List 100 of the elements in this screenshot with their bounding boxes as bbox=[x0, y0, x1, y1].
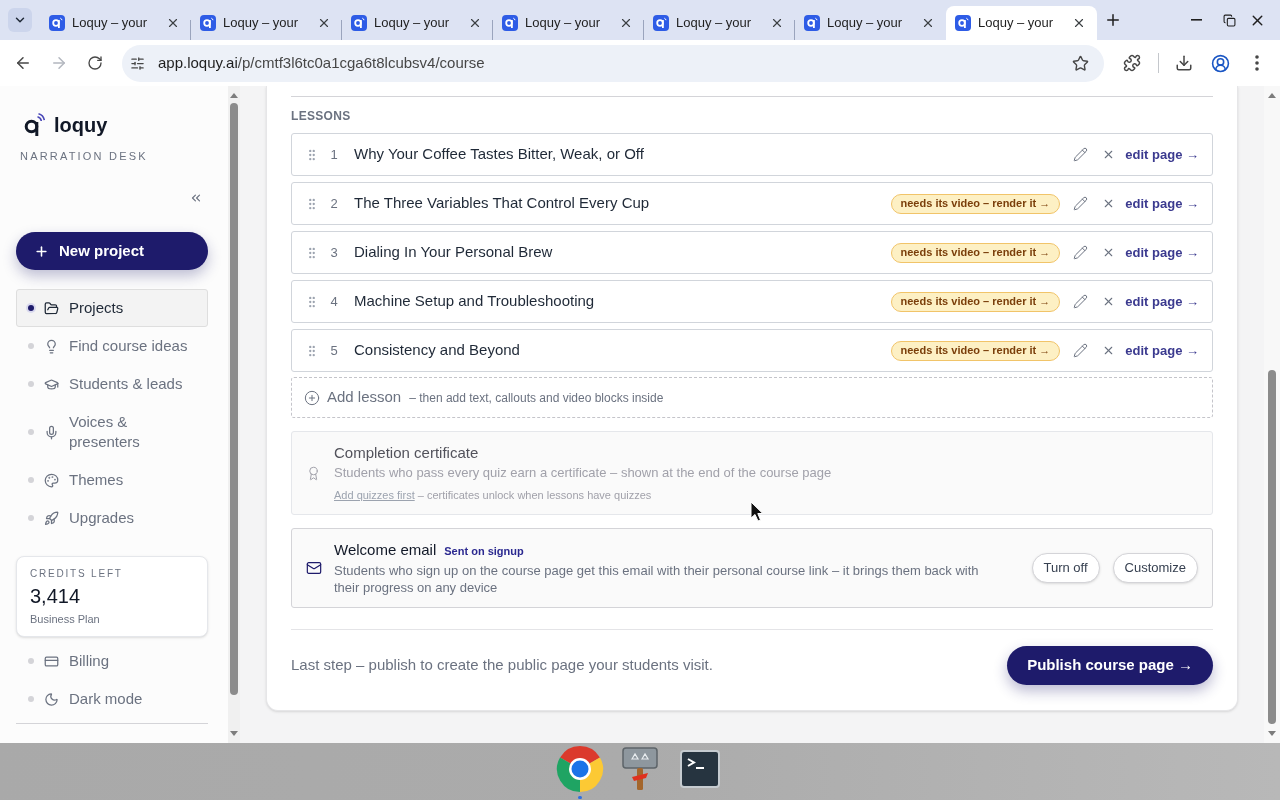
pencil-icon bbox=[1072, 245, 1088, 260]
welcome-email-title: Welcome email bbox=[334, 540, 437, 560]
lesson-row[interactable]: 2 The Three Variables That Control Every Cup needs its video – render it → edit page → bbox=[291, 182, 1213, 225]
edit-page-link[interactable]: edit page → bbox=[1125, 340, 1199, 361]
edit-page-link[interactable]: edit page → bbox=[1125, 242, 1199, 263]
sidebar-item[interactable]: Themes bbox=[16, 461, 208, 499]
microphone-icon bbox=[44, 424, 59, 440]
minimize-icon bbox=[1190, 19, 1202, 21]
credits-label: CREDITS LEFT bbox=[30, 567, 124, 581]
browser-tab[interactable]: Loquy – your bbox=[40, 6, 191, 40]
needs-video-badge[interactable]: needs its video – render it → bbox=[890, 340, 1061, 361]
browser-tab[interactable]: Loquy – your bbox=[191, 6, 342, 40]
plan-name: Business Plan bbox=[30, 612, 101, 626]
pencil-icon bbox=[1072, 196, 1088, 211]
publish-button[interactable]: Publish course page → bbox=[1007, 646, 1213, 685]
certificate-description: Students who pass every quiz earn a certificate – shown at the end of the course page bbox=[334, 464, 832, 482]
rename-button[interactable] bbox=[1072, 244, 1089, 261]
address-bar[interactable]: app.loquy.ai/p/cmtf3l6tc0a1cga6t8lcubsv4/course bbox=[122, 44, 1104, 82]
scrollbar-thumb[interactable] bbox=[1268, 370, 1276, 724]
close-icon bbox=[317, 16, 331, 30]
lesson-number: 4 bbox=[329, 292, 339, 311]
close-icon bbox=[1072, 16, 1086, 30]
sidebar-item[interactable]: Voices & presenters bbox=[16, 403, 208, 461]
tune-icon bbox=[129, 55, 145, 71]
certificate-note: Add quizzes first – certificates unlock when lessons have quizzes bbox=[334, 488, 653, 503]
chevrons-left-icon bbox=[189, 191, 203, 205]
app-subtitle: NARRATION DESK bbox=[20, 149, 149, 163]
sidebar-item[interactable]: Projects bbox=[16, 289, 208, 327]
chrome-logo-icon bbox=[556, 745, 604, 793]
lesson-row[interactable]: 1 Why Your Coffee Tastes Bitter, Weak, or Off edit page → bbox=[291, 133, 1213, 176]
lesson-title: Machine Setup and Troubleshooting bbox=[354, 291, 595, 312]
edit-page-link[interactable]: edit page → bbox=[1125, 193, 1199, 214]
pencil-icon bbox=[1072, 343, 1088, 358]
sidebar-item[interactable]: Dark mode bbox=[16, 680, 208, 718]
close-icon bbox=[166, 16, 180, 30]
add-lesson-hint: – then add text, callouts and video blocks inside bbox=[409, 389, 664, 407]
scroll-up-icon[interactable] bbox=[230, 93, 238, 98]
sent-on-signup-label: Sent on signup bbox=[444, 544, 524, 559]
close-icon bbox=[921, 16, 935, 30]
lightbulb-icon bbox=[44, 338, 59, 354]
scroll-down-icon[interactable] bbox=[230, 731, 238, 736]
app-favicon-icon bbox=[955, 15, 971, 31]
award-ribbon-icon bbox=[306, 465, 321, 481]
arrow-right-icon bbox=[50, 54, 68, 72]
browser-tab[interactable]: Loquy – your bbox=[493, 6, 644, 40]
lesson-row[interactable]: 3 Dialing In Your Personal Brew needs its video – render it → edit page → bbox=[291, 231, 1213, 274]
download-icon bbox=[1175, 54, 1193, 72]
lesson-title: Consistency and Beyond bbox=[354, 340, 520, 361]
lesson-number: 1 bbox=[329, 145, 339, 164]
plus-icon bbox=[34, 243, 49, 259]
edit-page-link[interactable]: edit page → bbox=[1125, 144, 1199, 165]
app-favicon-icon bbox=[200, 15, 216, 31]
credits-value: 3,414 bbox=[30, 584, 82, 608]
plus-circle-icon bbox=[304, 389, 320, 406]
browser-tab[interactable]: Loquy – your bbox=[342, 6, 493, 40]
new-project-button[interactable]: New project bbox=[16, 232, 208, 270]
app-favicon-icon bbox=[653, 15, 669, 31]
scroll-down-icon[interactable] bbox=[1268, 731, 1276, 736]
lesson-row[interactable]: 5 Consistency and Beyond needs its video – render it → edit page → bbox=[291, 329, 1213, 372]
publish-hint: Last step – publish to create the public page your students visit. bbox=[291, 655, 713, 676]
app-favicon-icon bbox=[502, 15, 518, 31]
scroll-up-icon[interactable] bbox=[1268, 93, 1276, 98]
certificate-title: Completion certificate bbox=[334, 443, 480, 463]
rename-button[interactable] bbox=[1072, 342, 1089, 359]
browser-tab[interactable]: Loquy – your bbox=[795, 6, 946, 40]
lesson-title: Dialing In Your Personal Brew bbox=[354, 242, 553, 263]
puzzle-icon bbox=[1123, 54, 1141, 72]
lesson-row[interactable]: 4 Machine Setup and Troubleshooting needs its video – render it → edit page → bbox=[291, 280, 1213, 323]
needs-video-badge[interactable]: needs its video – render it → bbox=[890, 193, 1061, 214]
close-icon bbox=[468, 16, 482, 30]
logo-mark-icon bbox=[24, 113, 45, 137]
logo-text: loquy bbox=[54, 113, 108, 137]
sidebar-item[interactable]: Find course ideas bbox=[16, 327, 208, 365]
hammer-tool-icon bbox=[622, 747, 658, 791]
rename-button[interactable] bbox=[1072, 146, 1089, 163]
customize-button[interactable]: Customize bbox=[1112, 553, 1198, 583]
welcome-email-description: Students who sign up on the course page get this email with their personal course link – it brings them back with their progress on any device bbox=[334, 562, 980, 596]
turn-off-button[interactable]: Turn off bbox=[1031, 553, 1100, 583]
sidebar-item[interactable]: Upgrades bbox=[16, 499, 208, 537]
tab-search-button[interactable] bbox=[8, 8, 32, 32]
app-favicon-icon bbox=[804, 15, 820, 31]
needs-video-badge[interactable]: needs its video – render it → bbox=[890, 242, 1061, 263]
add-lesson-button[interactable]: Add lesson – then add text, callouts and video blocks inside bbox=[291, 377, 1213, 418]
restore-icon bbox=[1222, 13, 1236, 27]
edit-page-link[interactable]: edit page → bbox=[1125, 291, 1199, 312]
palette-icon bbox=[44, 472, 59, 488]
star-icon bbox=[1071, 54, 1089, 72]
needs-video-badge[interactable]: needs its video – render it → bbox=[890, 291, 1061, 312]
lesson-title: Why Your Coffee Tastes Bitter, Weak, or Off bbox=[354, 144, 644, 165]
browser-tab[interactable]: Loquy – your bbox=[946, 6, 1097, 40]
scrollbar-thumb[interactable] bbox=[230, 103, 238, 695]
sidebar-item[interactable]: Students & leads bbox=[16, 365, 208, 403]
browser-tab[interactable]: Loquy – your bbox=[644, 6, 795, 40]
app-favicon-icon bbox=[351, 15, 367, 31]
sidebar-item[interactable]: Billing bbox=[16, 642, 208, 680]
rename-button[interactable] bbox=[1072, 293, 1089, 310]
reload-icon bbox=[87, 55, 103, 71]
folder-icon bbox=[44, 300, 59, 316]
browser-app-button[interactable] bbox=[554, 743, 606, 799]
rename-button[interactable] bbox=[1072, 195, 1089, 212]
